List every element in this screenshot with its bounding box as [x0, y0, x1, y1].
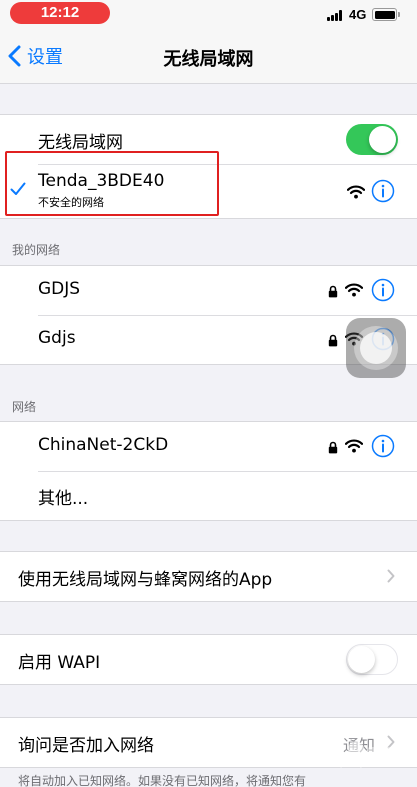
status-bar: 12:12 4G	[0, 0, 417, 30]
battery-icon	[372, 8, 397, 21]
info-icon[interactable]	[371, 434, 395, 458]
page-title: 无线局域网	[163, 49, 254, 70]
assistive-touch-button[interactable]	[346, 318, 406, 378]
wlan-toggle-label: 无线局域网	[38, 133, 123, 153]
list-item[interactable]: ChinaNet-2CkD	[0, 422, 417, 471]
lock-icon	[328, 285, 338, 298]
cellular-signal-icon	[327, 10, 345, 21]
status-time[interactable]: 12:12	[10, 2, 110, 24]
list-item[interactable]: GDJS	[0, 266, 417, 315]
other-network-row[interactable]: 其他...	[0, 471, 417, 520]
network-type: 4G	[349, 7, 367, 22]
chevron-right-icon	[387, 569, 395, 583]
my-networks-header: 我的网络	[12, 243, 61, 257]
network-name: Gdjs	[38, 328, 76, 348]
wapi-label: 启用 WAPI	[18, 653, 101, 673]
network-name: GDJS	[38, 279, 81, 299]
wapi-group: 启用 WAPI	[0, 634, 417, 685]
wapi-row: 启用 WAPI	[0, 635, 417, 684]
wifi-icon	[347, 185, 365, 199]
info-icon[interactable]	[371, 179, 395, 203]
wifi-icon	[345, 439, 363, 453]
navigation-bar: 设置 无线局域网	[0, 30, 417, 84]
battery-cap	[398, 12, 400, 17]
info-icon[interactable]	[371, 278, 395, 302]
app-wlan-cellular-group: 使用无线局域网与蜂窝网络的App	[0, 551, 417, 602]
network-name: ChinaNet-2CkD	[38, 435, 169, 455]
networks-group: ChinaNet-2CkD 其他...	[0, 421, 417, 521]
watermark-logo	[338, 741, 408, 769]
app-wlan-cellular-label: 使用无线局域网与蜂窝网络的App	[18, 570, 273, 590]
highlight-annotation	[5, 151, 219, 216]
ask-to-join-label: 询问是否加入网络	[18, 736, 154, 756]
app-wlan-cellular-row[interactable]: 使用无线局域网与蜂窝网络的App	[0, 552, 417, 601]
other-network-label: 其他...	[38, 489, 89, 509]
wapi-toggle[interactable]	[346, 644, 398, 675]
wlan-toggle[interactable]	[346, 124, 398, 155]
ask-to-join-footer: 将自动加入已知网络。如果没有已知网络，将通知您有	[18, 774, 307, 787]
lock-icon	[328, 334, 338, 347]
wifi-icon	[345, 283, 363, 297]
networks-header: 网络	[12, 400, 37, 414]
lock-icon	[328, 441, 338, 454]
